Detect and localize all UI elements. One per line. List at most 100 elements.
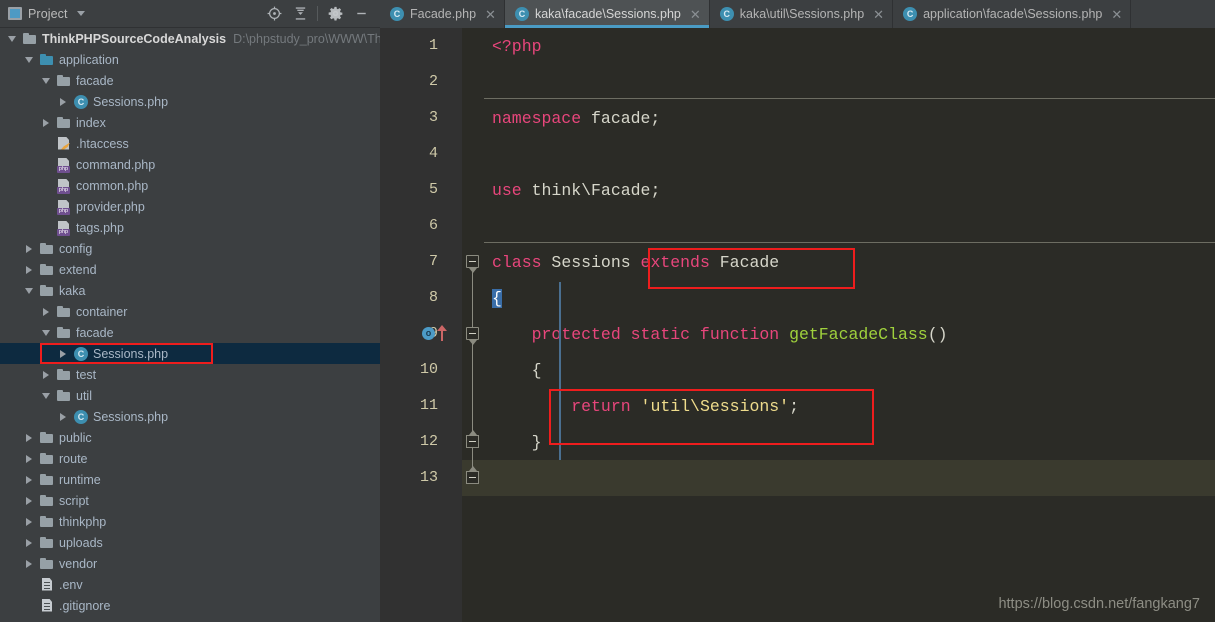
chevron-right-icon[interactable] (23, 427, 35, 448)
editor-fold-strip[interactable] (462, 28, 484, 622)
tree-item-util[interactable]: util (0, 385, 380, 406)
tree-item-sessions-php[interactable]: Sessions.php (0, 406, 380, 427)
tree-item[interactable] (0, 616, 380, 622)
editor-tab-kaka-facade-sessions-php[interactable]: Ckaka\facade\Sessions.php ✕ (504, 0, 710, 28)
tree-item--gitignore[interactable]: .gitignore (0, 595, 380, 616)
tree-item-route[interactable]: route (0, 448, 380, 469)
editor-tab-facade-php[interactable]: C Facade.php ✕ (380, 0, 505, 28)
tree-item-sessions-php[interactable]: Sessions.php (0, 91, 380, 112)
close-icon[interactable]: ✕ (1111, 8, 1122, 21)
code-token: protected static function (531, 324, 780, 344)
chevron-right-icon[interactable] (57, 406, 69, 427)
chevron-right-icon[interactable] (57, 343, 69, 364)
tree-item-runtime[interactable]: runtime (0, 469, 380, 490)
line-number: 2 (428, 73, 438, 90)
php-file-icon (56, 220, 72, 236)
close-icon[interactable]: ✕ (873, 8, 884, 21)
tree-item-provider-php[interactable]: provider.php (0, 196, 380, 217)
chevron-down-icon[interactable] (40, 70, 52, 91)
code-line[interactable]: class Sessions extends Facade (484, 244, 1215, 280)
code-line[interactable]: { (484, 280, 1215, 316)
code-line[interactable]: protected static function getFacadeClass… (484, 316, 1215, 352)
chevron-right-icon[interactable] (40, 112, 52, 133)
code-line-content: use think\Facade; (484, 181, 660, 200)
close-icon[interactable]: ✕ (690, 8, 701, 21)
code-editor[interactable]: 1 2 3 4 5 6 7 8 9 10 11 12 13 <?php namespace facade;… (380, 28, 1215, 622)
tree-item-tags-php[interactable]: tags.php (0, 217, 380, 238)
editor-code-text[interactable]: <?php namespace facade; use think\Facade; c… (484, 28, 1215, 622)
tree-item-uploads[interactable]: uploads (0, 532, 380, 553)
tree-item-application[interactable]: application (0, 49, 380, 70)
chevron-right-icon[interactable] (23, 490, 35, 511)
chevron-right-icon[interactable] (23, 553, 35, 574)
project-panel-title-group[interactable]: Project (0, 7, 85, 21)
code-line[interactable]: return 'util\Sessions'; (484, 388, 1215, 424)
tree-item-test[interactable]: test (0, 364, 380, 385)
code-line[interactable] (484, 136, 1215, 172)
tree-item-kaka[interactable]: kaka (0, 280, 380, 301)
editor-tab-bar[interactable]: C Facade.php ✕ Ckaka\facade\Sessions.php ✕ Ck… (380, 0, 1215, 28)
locate-target-icon[interactable] (261, 1, 287, 27)
code-token: { (492, 360, 542, 380)
chevron-down-icon[interactable] (40, 322, 52, 343)
tree-item-facade[interactable]: facade (0, 70, 380, 91)
code-line-content: { (484, 361, 542, 380)
tree-item-common-php[interactable]: common.php (0, 175, 380, 196)
code-line[interactable]: } (484, 424, 1215, 460)
tree-item-config[interactable]: config (0, 238, 380, 259)
chevron-right-icon[interactable] (23, 238, 35, 259)
tree-item-command-php[interactable]: command.php (0, 154, 380, 175)
code-line[interactable] (484, 208, 1215, 244)
code-line[interactable]: <?php (484, 28, 1215, 64)
chevron-down-icon[interactable] (23, 49, 35, 70)
tree-item-vendor[interactable]: vendor (0, 553, 380, 574)
tree-item-thinkphpsourcecodeanalysis[interactable]: ThinkPHPSourceCodeAnalysis D:\phpstudy_pr… (0, 28, 380, 49)
tree-item-sessions-php[interactable]: Sessions.php (0, 343, 380, 364)
code-line[interactable]: { (484, 352, 1215, 388)
project-panel: Project ThinkPHPSourceCodeAnalysis D:\ph… (0, 0, 380, 622)
code-line[interactable]: } (484, 460, 1215, 496)
chevron-right-icon[interactable] (23, 532, 35, 553)
chevron-right-icon[interactable] (23, 469, 35, 490)
tree-item--env[interactable]: .env (0, 574, 380, 595)
chevron-right-icon[interactable] (57, 91, 69, 112)
tree-item-script[interactable]: script (0, 490, 380, 511)
project-tree[interactable]: ThinkPHPSourceCodeAnalysis D:\phpstudy_pr… (0, 28, 380, 622)
tree-item-thinkphp[interactable]: thinkphp (0, 511, 380, 532)
chevron-down-icon[interactable] (23, 280, 35, 301)
code-line[interactable] (484, 64, 1215, 100)
chevron-down-icon[interactable] (40, 385, 52, 406)
editor-tab-label: Facade.php (410, 7, 477, 21)
tree-item-index[interactable]: index (0, 112, 380, 133)
chevron-right-icon[interactable] (23, 448, 35, 469)
close-icon[interactable]: ✕ (485, 8, 496, 21)
code-token: { (492, 288, 502, 308)
code-line[interactable]: namespace facade; (484, 100, 1215, 136)
tree-item-container[interactable]: container (0, 301, 380, 322)
editor-tab-application-facade-sessions-php[interactable]: Capplication\facade\Sessions.php ✕ (893, 0, 1132, 28)
editor-gutter[interactable]: 1 2 3 4 5 6 7 8 9 10 11 12 13 (380, 28, 462, 622)
php-file-icon (56, 199, 72, 215)
tree-item-extend[interactable]: extend (0, 259, 380, 280)
editor-tab-kaka-util-sessions-php[interactable]: Ckaka\util\Sessions.php ✕ (710, 0, 894, 28)
tree-item-public[interactable]: public (0, 427, 380, 448)
code-token: ; (789, 396, 799, 416)
folder-icon (39, 493, 55, 509)
minimize-icon[interactable] (348, 1, 374, 27)
chevron-right-icon[interactable] (40, 301, 52, 322)
tree-item-facade[interactable]: facade (0, 322, 380, 343)
chevron-down-icon[interactable] (76, 11, 85, 16)
chevron-right-icon[interactable] (40, 364, 52, 385)
chevron-right-icon[interactable] (23, 511, 35, 532)
collapse-all-icon[interactable] (287, 1, 313, 27)
code-line[interactable]: use think\Facade; (484, 172, 1215, 208)
chevron-right-icon[interactable] (23, 259, 35, 280)
gear-icon[interactable] (322, 1, 348, 27)
chevron-down-icon[interactable] (6, 28, 18, 49)
tree-item-label: Sessions.php (93, 94, 169, 109)
tree-item-label: Sessions.php (93, 346, 169, 361)
tree-item--htaccess[interactable]: .htaccess (0, 133, 380, 154)
line-number: 3 (428, 109, 438, 126)
